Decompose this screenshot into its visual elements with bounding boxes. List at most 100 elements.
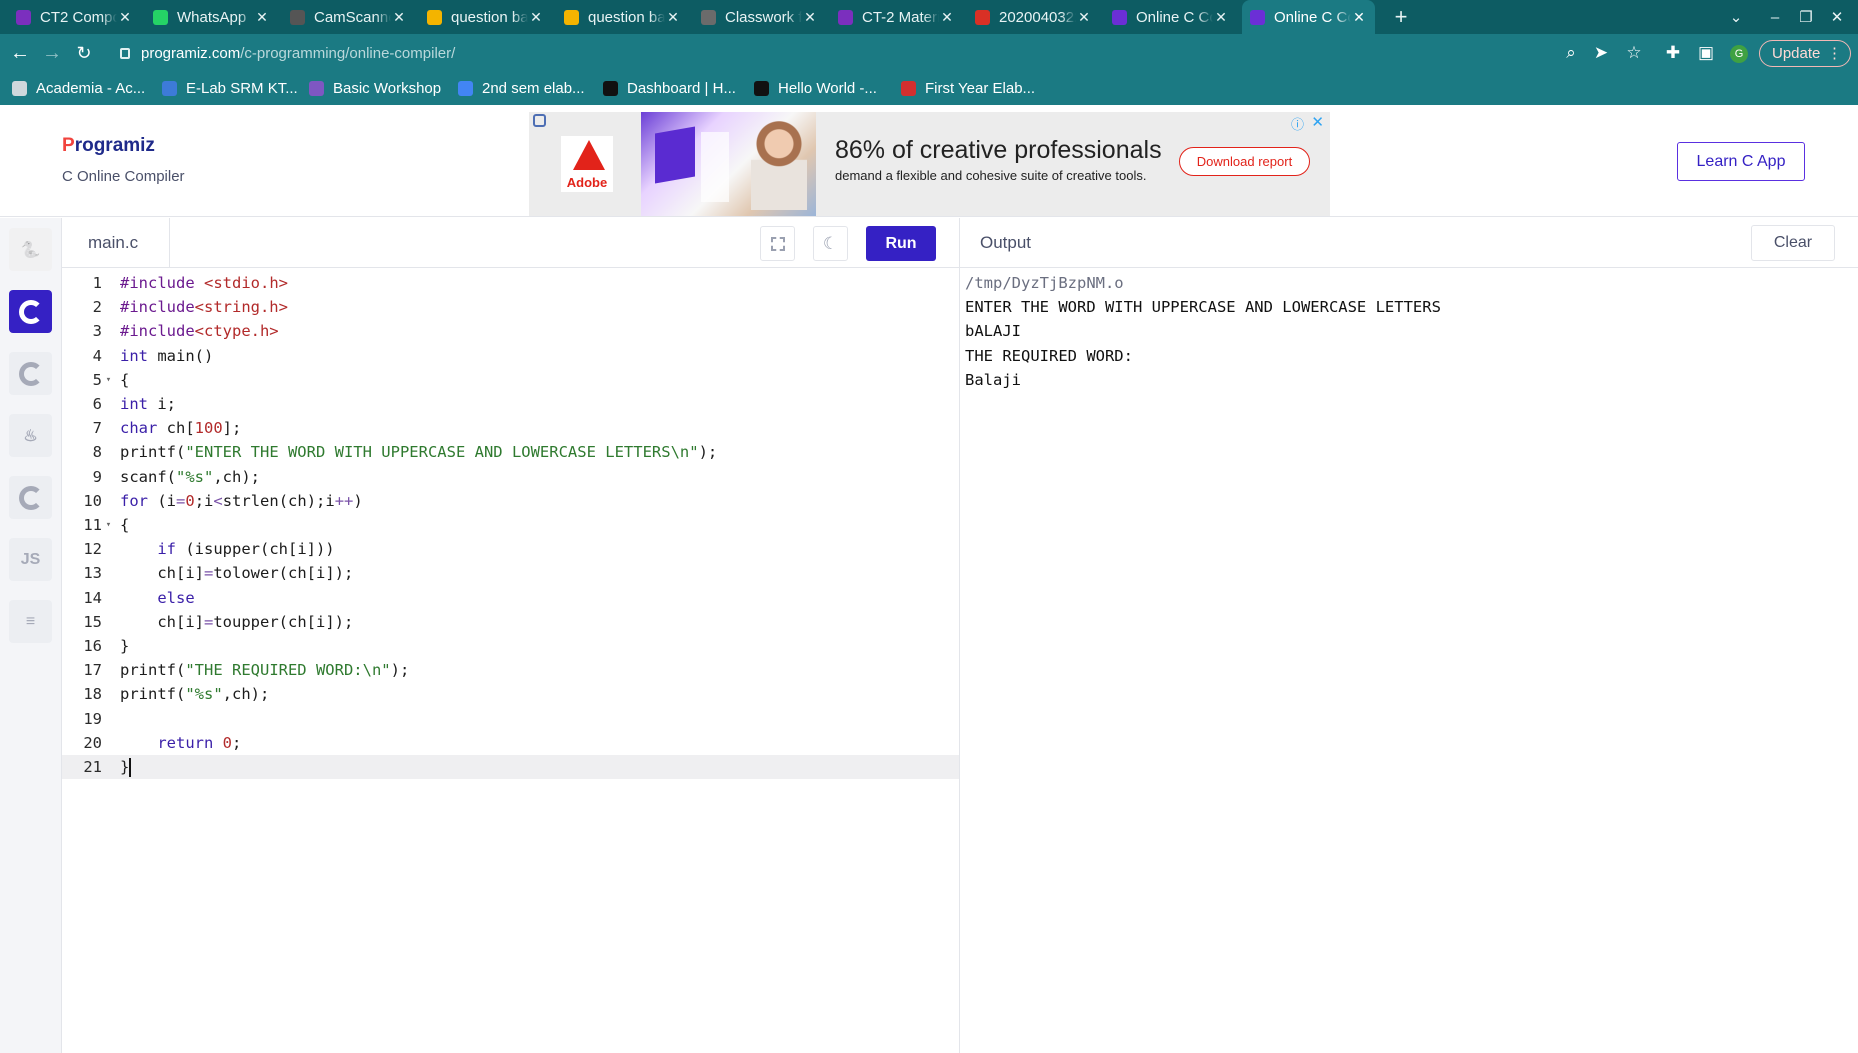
fold-arrow-icon[interactable]: ▾ [102, 520, 115, 530]
update-button[interactable]: Update ⋮ [1759, 40, 1851, 67]
code-line[interactable]: 8 printf("ENTER THE WORD WITH UPPERCASE A… [62, 440, 959, 464]
tab-close-icon[interactable]: ✕ [254, 9, 270, 26]
code-line[interactable]: 17 printf("THE REQUIRED WORD:\n"); [62, 658, 959, 682]
code-token: (isupper(ch[i])) [176, 540, 335, 559]
new-tab-icon[interactable]: + [1386, 0, 1416, 34]
tab-title: question bank [588, 8, 665, 26]
back-icon[interactable]: ← [6, 40, 34, 66]
code-line[interactable]: 9 scanf("%s",ch); [62, 465, 959, 489]
code-text: { [115, 371, 129, 389]
learn-c-app-button[interactable]: Learn C App [1677, 142, 1805, 181]
send-icon[interactable]: ➤ [1588, 40, 1614, 66]
run-button[interactable]: Run [866, 226, 936, 261]
file-tab[interactable]: main.c [62, 218, 170, 268]
code-line[interactable]: 6 int i; [62, 392, 959, 416]
csharp-icon[interactable] [9, 476, 52, 519]
bookmark-label: Basic Workshop [333, 80, 442, 97]
extensions-icon[interactable]: ✚ [1660, 40, 1686, 66]
ad-shield-icon [533, 114, 546, 127]
line-number: 14 [83, 588, 102, 607]
tab-close-icon[interactable]: ✕ [117, 9, 133, 26]
code-text: for (i=0;i<strlen(ch);i++) [115, 492, 363, 510]
tab-close-icon[interactable]: ✕ [1351, 9, 1367, 26]
tab-close-icon[interactable]: ✕ [391, 9, 407, 26]
code-line[interactable]: 19 [62, 707, 959, 731]
clear-button[interactable]: Clear [1751, 225, 1835, 261]
programiz-logo[interactable]: Programiz [62, 135, 155, 157]
bookmark-item[interactable]: Dashboard | H... [603, 72, 736, 105]
restore-icon[interactable]: ❐ [1791, 0, 1821, 34]
code-line[interactable]: 5 ▾ { [62, 368, 959, 392]
ad-close-icon[interactable]: ✕ [1311, 113, 1324, 131]
tab-close-icon[interactable]: ✕ [939, 9, 955, 26]
code-line[interactable]: 21} [62, 755, 959, 779]
ad-banner[interactable]: Adobe 86% of creative professionals dema… [529, 112, 1330, 216]
browser-tab[interactable]: Online C Compiler✕ [1104, 0, 1237, 34]
ad-info-icon[interactable]: ⓘ [1291, 114, 1304, 133]
code-line[interactable]: 12 if (isupper(ch[i])) [62, 537, 959, 561]
bookmark-label: Academia - Ac... [36, 80, 146, 97]
tab-close-icon[interactable]: ✕ [1076, 9, 1092, 26]
tab-close-icon[interactable]: ✕ [665, 9, 681, 26]
python-icon[interactable]: 🐍 [9, 228, 52, 271]
tab-close-icon[interactable]: ✕ [1213, 9, 1229, 26]
more-icon[interactable]: ⋮ [1827, 44, 1842, 62]
bookmark-label: Dashboard | H... [627, 80, 736, 97]
fold-arrow-icon[interactable]: ▾ [102, 375, 115, 385]
classroom-icon [16, 9, 31, 25]
code-line[interactable]: 16} [62, 634, 959, 658]
browser-tab[interactable]: Online C Compiler✕ [1242, 0, 1375, 34]
code-line[interactable]: 10 for (i=0;i<strlen(ch);i++) [62, 489, 959, 513]
code-line[interactable]: 18 printf("%s",ch); [62, 682, 959, 706]
cpp-icon[interactable] [9, 352, 52, 395]
address-bar[interactable]: programiz.com/c-programming/online-compi… [108, 39, 1638, 67]
browser-tab[interactable]: Classwork for✕ [693, 0, 826, 34]
bookmark-item[interactable]: Basic Workshop [309, 72, 441, 105]
bookmark-item[interactable]: Academia - Ac... [12, 72, 145, 105]
code-line[interactable]: 14 else [62, 586, 959, 610]
bookmark-star-icon[interactable]: ☆ [1621, 40, 1647, 66]
profile-avatar[interactable]: G [1730, 45, 1748, 63]
reload-icon[interactable]: ↻ [70, 40, 98, 66]
browser-tab[interactable]: CamScanner 0✕ [282, 0, 415, 34]
code-line[interactable]: 13 ch[i]=tolower(ch[i]); [62, 561, 959, 585]
fullscreen-icon[interactable] [760, 226, 795, 261]
bookmark-label: 2nd sem elab... [482, 80, 585, 97]
sql-icon[interactable]: ≡ [9, 600, 52, 643]
tab-search-icon[interactable]: ⌄ [1721, 0, 1751, 34]
code-line[interactable]: 1 #include <stdio.h> [62, 271, 959, 295]
forward-icon[interactable]: → [38, 40, 66, 66]
dark-mode-icon[interactable]: ☾ [813, 226, 848, 261]
ad-download-button[interactable]: Download report [1179, 147, 1310, 176]
tab-close-icon[interactable]: ✕ [802, 9, 818, 26]
window-close-icon[interactable]: ✕ [1822, 0, 1852, 34]
line-number: 1 [92, 274, 102, 292]
browser-tab[interactable]: question bank✕ [419, 0, 552, 34]
code-editor[interactable]: 1 #include <stdio.h> 2 #include<string.h> 3 #… [62, 268, 959, 1053]
browser-tab[interactable]: WhatsApp ✕ [145, 0, 278, 34]
java-icon[interactable]: ♨ [9, 414, 52, 457]
browser-tab[interactable]: 202004032240✕ [967, 0, 1100, 34]
code-line[interactable]: 15 ch[i]=toupper(ch[i]); [62, 610, 959, 634]
code-line[interactable]: 11 ▾ { [62, 513, 959, 537]
bookmark-item[interactable]: First Year Elab... [901, 72, 1035, 105]
browser-tab[interactable]: question bank✕ [556, 0, 689, 34]
browser-tab[interactable]: CT2 Components✕ [8, 0, 141, 34]
side-panel-icon[interactable]: ▣ [1693, 40, 1719, 66]
academia-icon [12, 81, 27, 96]
tab-close-icon[interactable]: ✕ [528, 9, 544, 26]
code-line[interactable]: 2 #include<string.h> [62, 295, 959, 319]
code-line[interactable]: 7 char ch[100]; [62, 416, 959, 440]
minimize-icon[interactable]: – [1760, 0, 1790, 34]
bookmark-item[interactable]: E-Lab SRM KT... [162, 72, 298, 105]
bookmark-item[interactable]: 2nd sem elab... [458, 72, 585, 105]
code-line[interactable]: 3 #include<ctype.h> [62, 319, 959, 343]
programiz-icon [1250, 9, 1265, 25]
bookmark-item[interactable]: Hello World -... [754, 72, 877, 105]
code-line[interactable]: 20 return 0; [62, 731, 959, 755]
code-line[interactable]: 4 int main() [62, 344, 959, 368]
zoom-icon[interactable]: ⌕ [1558, 40, 1584, 66]
browser-tab[interactable]: CT-2 Materials✕ [830, 0, 963, 34]
js-icon[interactable]: JS [9, 538, 52, 581]
c-icon[interactable] [9, 290, 52, 333]
